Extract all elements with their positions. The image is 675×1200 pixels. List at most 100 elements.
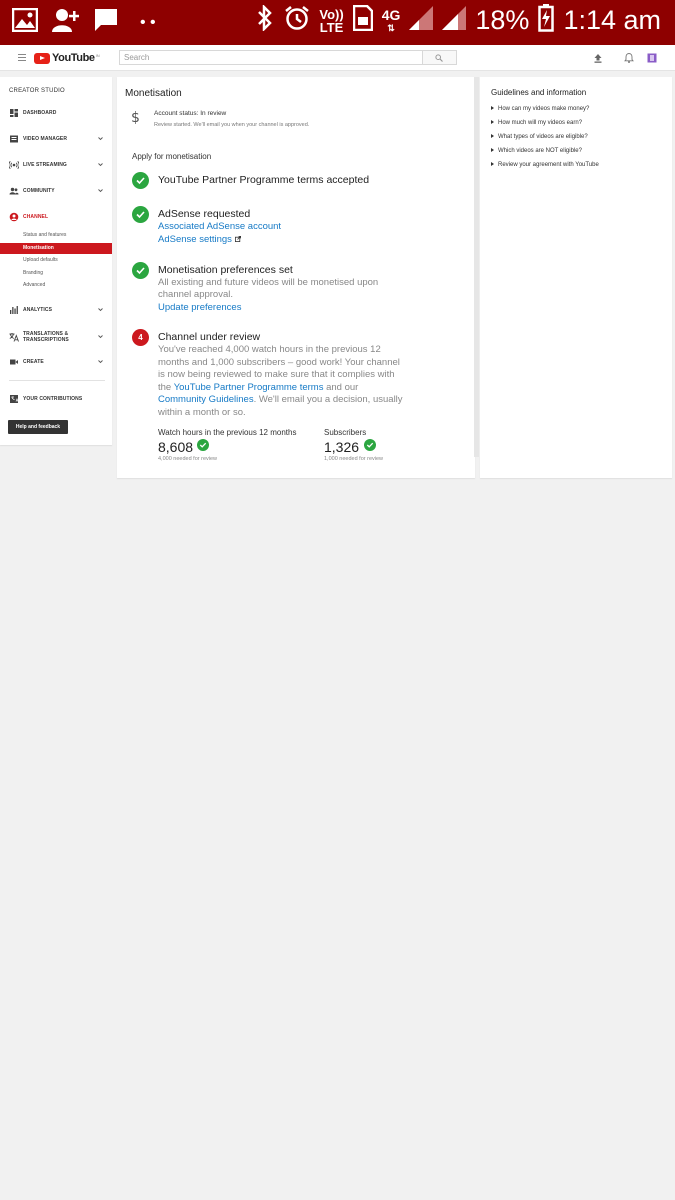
sidebar-subitem-status-and-features[interactable]: Status and features (0, 230, 112, 241)
chevron-down-icon[interactable] (97, 161, 104, 168)
adsense-settings-link[interactable]: AdSense settings (158, 234, 232, 245)
sidebar-item-create[interactable]: CREATE (0, 356, 112, 368)
help-and-feedback-button[interactable]: Help and feedback (8, 420, 68, 434)
sidebar-subitem-upload-defaults[interactable]: Upload defaults (0, 255, 112, 266)
signal-strength-icon-1 (409, 6, 434, 35)
youtube-play-icon (34, 52, 50, 64)
subscribers-value: 1,326 (324, 439, 360, 455)
signal-strength-icon-2 (442, 6, 467, 35)
dollar-icon: $ (131, 110, 140, 126)
notification-dots: • • (140, 13, 156, 31)
sidebar-item-your-contributions[interactable]: YOUR CONTRIBUTIONS (0, 393, 112, 405)
step-title: YouTube Partner Programme terms accepted (158, 174, 370, 186)
update-preferences-link[interactable]: Update preferences (158, 302, 241, 315)
creator-studio-sidebar: CREATOR STUDIO DASHBOARD VIDEO MANAGER L… (0, 77, 112, 445)
live-streaming-icon (9, 160, 19, 170)
youtube-logo[interactable]: YouTube IN (34, 52, 100, 64)
sidebar-item-dashboard[interactable]: DASHBOARD (0, 107, 112, 119)
sidebar-item-analytics[interactable]: ANALYTICS (0, 304, 112, 316)
search-button[interactable] (423, 50, 457, 65)
checkmark-icon (132, 172, 149, 189)
account-avatar[interactable] (646, 52, 658, 64)
account-status: Account status: In review (154, 110, 227, 117)
sidebar-item-label: TRANSLATIONS & TRANSCRIPTIONS (23, 331, 69, 343)
step-description-line: is now being reviewed to make sure that … (158, 369, 395, 380)
sidebar-subitem-advanced[interactable]: Advanced (0, 280, 112, 291)
sidebar-item-label: VIDEO MANAGER (23, 136, 68, 142)
sidebar-subitem-monetisation[interactable]: Monetisation (0, 243, 112, 254)
checkmark-icon (364, 439, 376, 451)
video-manager-icon (10, 135, 18, 143)
step-description-line: within a month or so. (158, 406, 246, 418)
step-description-line: You've reached 4,000 watch hours in the … (158, 344, 381, 355)
partner-programme-terms-link[interactable]: YouTube Partner Programme terms (174, 382, 324, 393)
guideline-link[interactable]: How much will my videos earn? (491, 120, 582, 126)
associated-adsense-link[interactable]: Associated AdSense account (158, 221, 281, 234)
hamburger-menu-icon[interactable] (18, 54, 26, 61)
sidebar-item-label: CREATE (23, 359, 44, 365)
sidebar-subitem-branding[interactable]: Branding (0, 268, 112, 279)
battery-percent: 18% (475, 5, 530, 35)
create-icon (10, 359, 18, 365)
sidebar-item-channel[interactable]: CHANNEL (0, 211, 112, 223)
step-number-badge: 4 (132, 329, 149, 346)
chevron-down-icon[interactable] (97, 333, 104, 340)
external-link-icon (234, 236, 241, 242)
watch-hours-label: Watch hours in the previous 12 months (158, 428, 297, 437)
sim-card-icon (352, 4, 373, 36)
chevron-down-icon[interactable] (97, 306, 104, 313)
gallery-icon (11, 7, 39, 37)
sidebar-item-community[interactable]: COMMUNITY (0, 185, 112, 197)
clock: 1:14 am (563, 5, 661, 35)
translate-icon (9, 333, 19, 342)
creator-studio-title: CREATOR STUDIO (9, 88, 65, 94)
guideline-link[interactable]: What types of videos are eligible? (491, 134, 588, 140)
battery-charging-icon (538, 4, 555, 37)
sidebar-item-label: DASHBOARD (23, 110, 57, 116)
upload-icon[interactable] (592, 52, 604, 64)
step-description-line: the YouTube Partner Programme terms and … (158, 381, 359, 393)
scrollbar[interactable] (474, 77, 479, 457)
step-title: Channel under review (158, 331, 261, 343)
network-type: 4G ⇅ (381, 6, 401, 33)
monetisation-panel: Monetisation $ Account status: In review… (117, 77, 475, 478)
guideline-link[interactable]: Which videos are NOT eligible? (491, 148, 582, 154)
step-title: AdSense requested (158, 208, 251, 220)
contributions-icon (10, 395, 19, 403)
youtube-header: YouTube IN (0, 45, 675, 71)
chevron-down-icon[interactable] (97, 358, 104, 365)
chevron-down-icon[interactable] (97, 135, 104, 142)
step-description-line: channel approval. (158, 289, 233, 300)
bluetooth-icon (255, 3, 275, 36)
channel-icon (9, 212, 19, 222)
step-description-line: Community Guidelines. We'll email you a … (158, 394, 403, 405)
chevron-down-icon[interactable] (97, 187, 104, 194)
guideline-link[interactable]: Review your agreement with YouTube (491, 162, 599, 168)
step-description-line: months and 1,000 subscribers – good work… (158, 356, 400, 368)
checkmark-icon (197, 439, 209, 451)
guidelines-panel: Guidelines and information How can my vi… (480, 77, 672, 478)
android-status-bar: • • Vo)) LTE 4G ⇅ 18% 1:14 am (0, 0, 675, 45)
adsense-settings-row: AdSense settings (158, 234, 241, 247)
sidebar-item-translations[interactable]: TRANSLATIONS & TRANSCRIPTIONS (0, 331, 112, 343)
notifications-bell-icon[interactable] (623, 52, 635, 64)
checkmark-icon (132, 206, 149, 223)
subscribers-label: Subscribers (324, 428, 367, 437)
message-icon (94, 8, 118, 37)
sidebar-item-live-streaming[interactable]: LIVE STREAMING (0, 159, 112, 171)
step-description-line: All existing and future videos will be m… (158, 277, 379, 288)
subscribers-needed: 1,000 needed for review (324, 456, 384, 462)
checkmark-icon (132, 262, 149, 279)
apply-section-title: Apply for monetisation (132, 152, 212, 161)
watch-hours-value: 8,608 (158, 439, 194, 455)
guideline-link[interactable]: How can my videos make money? (491, 106, 589, 112)
search-input[interactable] (119, 50, 423, 65)
dashboard-icon (10, 109, 18, 117)
sidebar-item-video-manager[interactable]: VIDEO MANAGER (0, 133, 112, 145)
alarm-icon (284, 5, 310, 36)
search-icon (435, 54, 443, 62)
sidebar-item-label: CHANNEL (23, 214, 49, 220)
community-guidelines-link[interactable]: Community Guidelines (158, 394, 254, 405)
guidelines-title: Guidelines and information (491, 88, 587, 97)
add-contact-icon (52, 8, 80, 37)
